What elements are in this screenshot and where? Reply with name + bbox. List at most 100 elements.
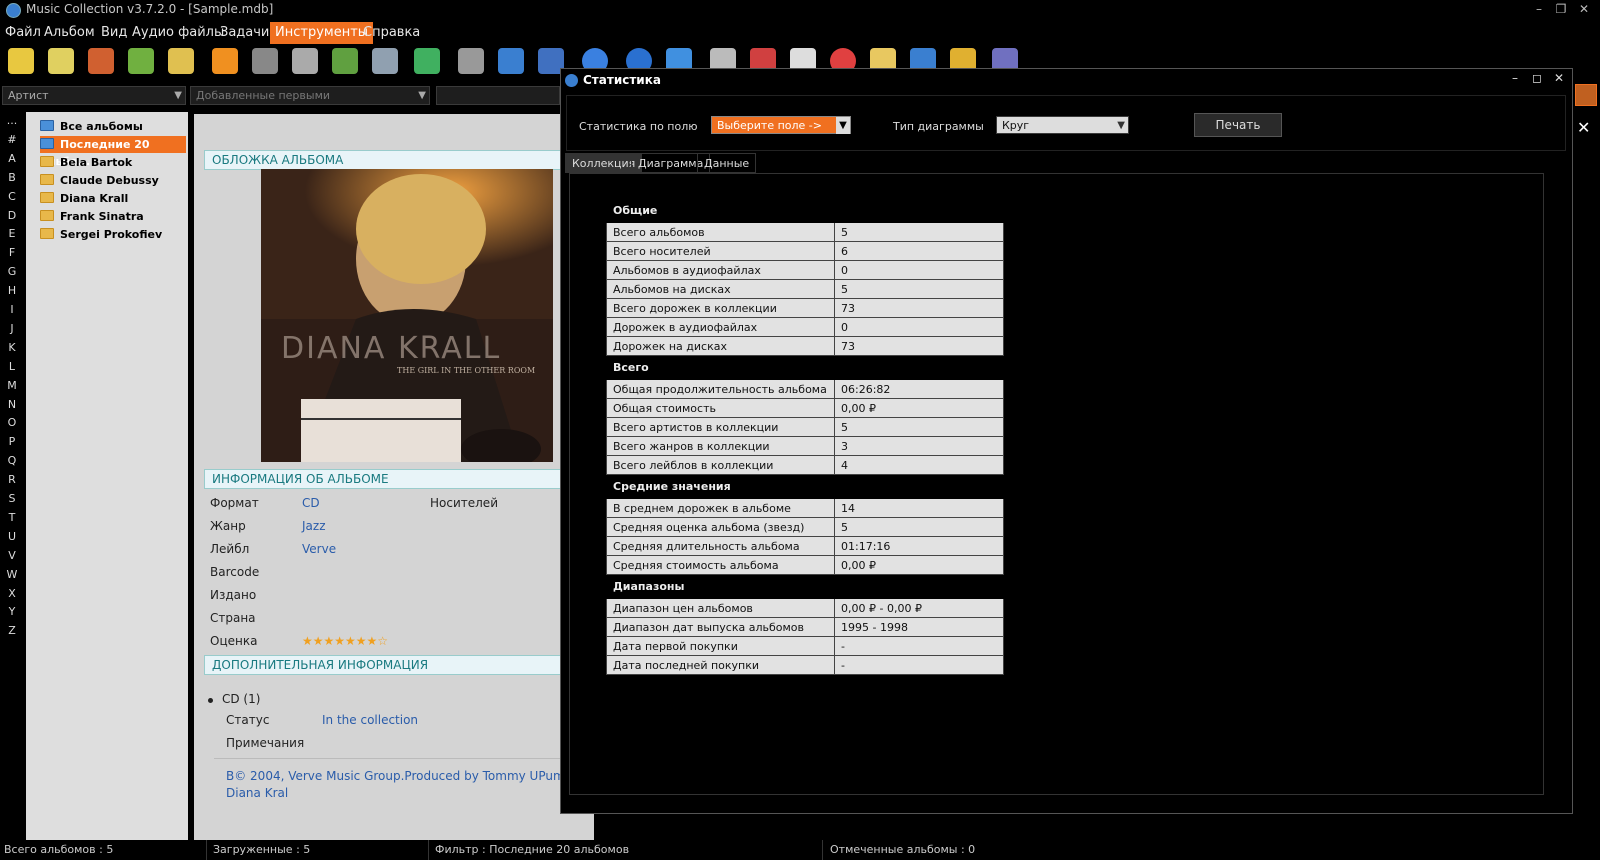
chart-type-select[interactable]: Круг ▼ bbox=[996, 116, 1129, 134]
dialog-minimize-icon[interactable]: – bbox=[1505, 71, 1525, 85]
alpha-letter[interactable]: D bbox=[0, 209, 24, 222]
text-icon[interactable] bbox=[252, 48, 278, 74]
stats-row: Средняя длительность альбома 01:17:16 bbox=[606, 536, 1004, 556]
stats-label: Всего жанров в коллекции bbox=[606, 436, 835, 456]
status-total: Всего альбомов : 5 bbox=[4, 843, 114, 856]
search-icon[interactable] bbox=[332, 48, 358, 74]
menu-help[interactable]: Справка bbox=[358, 22, 425, 44]
alpha-letter[interactable]: G bbox=[0, 265, 24, 278]
cover-artist-text: DIANA KRALL bbox=[281, 331, 502, 366]
status-value: In the collection bbox=[322, 713, 419, 727]
alpha-letter[interactable]: B bbox=[0, 171, 24, 184]
dialog-close-icon[interactable]: ✕ bbox=[1549, 71, 1569, 85]
alpha-letter[interactable]: N bbox=[0, 398, 24, 411]
stats-label: Средняя оценка альбома (звезд) bbox=[606, 517, 835, 537]
stats-label: Всего дорожек в коллекции bbox=[606, 298, 835, 318]
alpha-letter[interactable]: C bbox=[0, 190, 24, 203]
new-album-icon[interactable] bbox=[8, 48, 34, 74]
dialog-maximize-icon[interactable]: ◻ bbox=[1527, 71, 1547, 85]
alpha-letter[interactable]: M bbox=[0, 379, 24, 392]
scan-icon[interactable] bbox=[372, 48, 398, 74]
alpha-letter[interactable]: X bbox=[0, 587, 24, 600]
stats-label: Дата последней покупки bbox=[606, 655, 835, 675]
tree-item[interactable]: Все альбомы bbox=[40, 118, 186, 135]
carriers-label: Носителей bbox=[430, 496, 498, 510]
tree-item[interactable]: Claude Debussy bbox=[40, 172, 186, 189]
download-icon[interactable] bbox=[292, 48, 318, 74]
alpha-letter[interactable]: # bbox=[0, 133, 24, 146]
album-cover: DIANA KRALL THE GIRL IN THE OTHER ROOM bbox=[261, 169, 553, 462]
tree-item[interactable]: Diana Krall bbox=[40, 190, 186, 207]
add-icon[interactable] bbox=[414, 48, 440, 74]
stats-label: Альбомов на дисках bbox=[606, 279, 835, 299]
print-button[interactable]: Печать bbox=[1194, 113, 1282, 137]
stats-label: Общая продолжительность альбома bbox=[606, 379, 835, 399]
alpha-letter[interactable]: Q bbox=[0, 454, 24, 467]
alpha-letter[interactable]: J bbox=[0, 322, 24, 335]
alpha-letter[interactable]: O bbox=[0, 416, 24, 429]
status-marked: Отмеченные альбомы : 0 bbox=[830, 843, 976, 856]
alpha-letter[interactable]: Z bbox=[0, 624, 24, 637]
order-combo[interactable]: Добавленные первыми ▼ bbox=[190, 86, 430, 105]
alpha-letter[interactable]: Y bbox=[0, 605, 24, 618]
alpha-letter[interactable]: U bbox=[0, 530, 24, 543]
alpha-letter[interactable]: P bbox=[0, 435, 24, 448]
status-filter: Фильтр : Последние 20 альбомов bbox=[435, 843, 630, 856]
chevron-down-icon: ▼ bbox=[1117, 120, 1125, 131]
cover-title-text: THE GIRL IN THE OTHER ROOM bbox=[397, 366, 536, 375]
stats-content: Общие Всего альбомов 5 Всего носителей 6 Альб… bbox=[569, 173, 1544, 795]
field-select-value: Выберите поле -> bbox=[717, 119, 822, 132]
menu-tasks[interactable]: Задачи bbox=[215, 22, 274, 44]
tab-data[interactable]: Данные bbox=[697, 153, 757, 173]
tree-item[interactable]: Bela Bartok bbox=[40, 154, 186, 171]
layout-icon[interactable] bbox=[1575, 84, 1597, 106]
field-select[interactable]: Выберите поле -> ▼ bbox=[711, 116, 851, 134]
window-title: Music Collection v3.7.2.0 - [Sample.mdb] bbox=[26, 2, 274, 16]
stats-row: Диапазон дат выпуска альбомов 1995 - 1998 bbox=[606, 617, 1004, 637]
properties-icon[interactable] bbox=[168, 48, 194, 74]
alpha-letter[interactable]: S bbox=[0, 492, 24, 505]
alpha-letter[interactable]: W bbox=[0, 568, 24, 581]
stats-label: Всего носителей bbox=[606, 241, 835, 261]
status-loaded: Загруженные : 5 bbox=[213, 843, 311, 856]
alpha-letter[interactable]: A bbox=[0, 152, 24, 165]
chart-type-value: Круг bbox=[1002, 119, 1030, 132]
stats-label: Всего лейблов в коллекции bbox=[606, 455, 835, 475]
field-label: Статистика по полю bbox=[579, 120, 698, 133]
tree-item[interactable]: Frank Sinatra bbox=[40, 208, 186, 225]
alpha-letter[interactable]: E bbox=[0, 227, 24, 240]
status-separator bbox=[822, 840, 823, 860]
stats-label: Дата первой покупки bbox=[606, 636, 835, 656]
search-field[interactable] bbox=[436, 86, 560, 105]
tree-item[interactable]: Sergei Prokofiev bbox=[40, 226, 186, 243]
edit-icon[interactable] bbox=[498, 48, 524, 74]
add-disc-icon[interactable] bbox=[128, 48, 154, 74]
close-icon[interactable]: ✕ bbox=[1573, 2, 1595, 20]
sort-combo[interactable]: Артист ▼ bbox=[2, 86, 186, 105]
status-separator bbox=[206, 840, 207, 860]
copy-icon[interactable] bbox=[458, 48, 484, 74]
alpha-letter[interactable]: I bbox=[0, 303, 24, 316]
open-icon[interactable] bbox=[48, 48, 74, 74]
alpha-letter[interactable]: V bbox=[0, 549, 24, 562]
alpha-letter[interactable]: R bbox=[0, 473, 24, 486]
panel-close-icon[interactable]: ✕ bbox=[1577, 118, 1590, 137]
eject-icon[interactable] bbox=[212, 48, 238, 74]
restore-icon[interactable]: ❐ bbox=[1550, 2, 1572, 20]
alpha-letter[interactable]: K bbox=[0, 341, 24, 354]
alpha-letter[interactable]: L bbox=[0, 360, 24, 373]
edit-album-icon[interactable] bbox=[88, 48, 114, 74]
minimize-icon[interactable]: – bbox=[1528, 2, 1550, 20]
alpha-letter[interactable]: F bbox=[0, 246, 24, 259]
divider bbox=[214, 758, 594, 759]
rating-stars[interactable]: ★★★★★★★☆ bbox=[302, 634, 388, 648]
alpha-letter[interactable]: T bbox=[0, 511, 24, 524]
stats-row: Всего артистов в коллекции 5 bbox=[606, 417, 1004, 437]
stats-label: Средняя длительность альбома bbox=[606, 536, 835, 556]
stats-value: 0,00 ₽ - 0,00 ₽ bbox=[834, 598, 1004, 618]
menu-audio-files[interactable]: Аудио файлы bbox=[127, 22, 229, 44]
tree-item[interactable]: Последние 20 альбо... bbox=[40, 136, 186, 168]
alpha-letter[interactable]: ... bbox=[0, 114, 24, 127]
alpha-letter[interactable]: H bbox=[0, 284, 24, 297]
menu-album[interactable]: Альбом bbox=[39, 22, 100, 44]
